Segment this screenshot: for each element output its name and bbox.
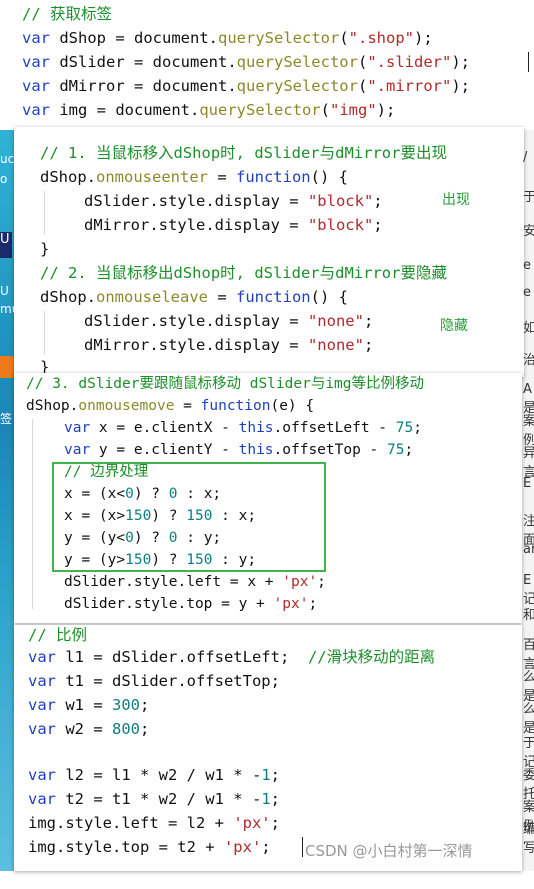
code-line: var t2 = t1 * w2 / w1 * -1; <box>28 790 280 808</box>
left-fragment: uc <box>0 152 15 166</box>
code-line: var w2 = 800; <box>28 720 150 738</box>
code-line: var l2 = l1 * w2 / w1 * -1; <box>28 766 280 784</box>
right-fragment: 么是 <box>523 702 534 736</box>
code-comment: // 比例 <box>28 626 87 644</box>
code-line: img.style.left = l2 + 'px'; <box>28 814 280 832</box>
code-line: dShop.onmouseleave = function() { <box>40 288 348 306</box>
left-fragment: U <box>0 284 9 298</box>
left-fragment: U <box>0 232 12 258</box>
boundary-highlight-box <box>52 462 326 572</box>
code-panel-enter-leave: // 1. 当鼠标移入dShop时, dSlider与dMirror要出现 dS… <box>14 127 524 377</box>
left-fragment: 签 <box>0 412 13 426</box>
annotation-hide: 隐藏 <box>440 318 468 334</box>
code-line: var dShop = document.querySelector(".sho… <box>22 29 433 47</box>
code-line: dShop.onmouseenter = function() { <box>40 168 348 186</box>
code-comment: // 3. dSlider要跟随鼠标移动 dSlider与img等比例移动 <box>26 376 425 392</box>
right-fragment: E记 <box>523 573 534 607</box>
text-caret <box>302 837 303 857</box>
code-panel-ratio: // 比例 var l1 = dSlider.offsetLeft; //滑块移… <box>14 625 522 871</box>
code-line: var w1 = 300; <box>28 696 150 714</box>
code-line: var y = e.clientY - this.offsetTop - 75; <box>64 442 414 458</box>
right-fragment: 和 <box>523 608 534 623</box>
right-fragment: 治 <box>523 353 534 368</box>
right-fragment: 异言 <box>523 446 534 480</box>
right-fragment: ar <box>523 542 534 557</box>
right-fragment: e <box>523 258 531 273</box>
code-line: img.style.top = t2 + 'px'; <box>28 838 271 856</box>
indent-guide <box>44 311 45 355</box>
code-comment: // 1. 当鼠标移入dShop时, dSlider与dMirror要出现 <box>40 144 447 162</box>
text-caret <box>528 52 529 72</box>
code-line: dSlider.style.display = "block"; <box>84 192 383 210</box>
code-line: var x = e.clientX - this.offsetLeft - 75… <box>64 420 422 436</box>
code-comment: // 2. 当鼠标移出dShop时, dSlider与dMirror要隐藏 <box>40 264 447 282</box>
indent-guide <box>32 419 33 609</box>
right-fragment: 安 <box>523 224 534 239</box>
right-fragment: 于 <box>523 190 534 205</box>
right-fragment: E <box>523 476 532 491</box>
code-line: var l1 = dSlider.offsetLeft; //滑块移动的距离 <box>28 648 436 666</box>
right-fragment: 编写 <box>523 822 534 856</box>
watermark: CSDN @小白村第一深情 <box>305 842 473 860</box>
code-line: dSlider.style.display = "none"; <box>84 312 374 330</box>
code-line: } <box>40 240 50 258</box>
code-line: dMirror.style.display = "none"; <box>84 336 374 354</box>
code-comment: // 获取标签 <box>22 5 112 23</box>
right-fragment: 如 <box>523 321 534 336</box>
code-line: var img = document.querySelector("img"); <box>22 101 396 119</box>
code-line: dMirror.style.display = "block"; <box>84 216 383 234</box>
code-line: dSlider.style.top = y + 'px'; <box>64 596 318 612</box>
right-fragment: e <box>523 285 531 300</box>
annotation-show: 出现 <box>442 192 470 208</box>
code-line: var t1 = dSlider.offsetTop; <box>28 672 280 690</box>
code-line: dSlider.style.left = x + 'px'; <box>64 574 326 590</box>
code-line: dShop.onmousemove = function(e) { <box>26 398 315 414</box>
left-fragment: o <box>0 172 8 186</box>
code-line: var dSlider = document.querySelector(".s… <box>22 53 470 71</box>
orange-app-icon <box>0 356 14 378</box>
indent-guide <box>44 191 45 235</box>
right-fragment: / <box>523 150 528 165</box>
code-line: var dMirror = document.querySelector(".m… <box>22 77 470 95</box>
